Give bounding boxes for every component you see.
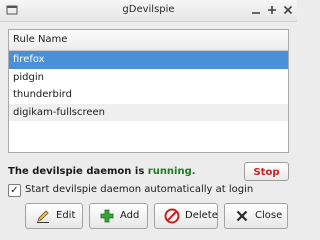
daemon-status: The devilspie daemon is running. bbox=[8, 166, 196, 177]
rule-name-column-header[interactable]: Rule Name bbox=[9, 30, 288, 51]
list-item[interactable]: digikam-fullscreen bbox=[9, 103, 288, 121]
edit-label: Edit bbox=[56, 210, 76, 221]
close-button[interactable]: Close bbox=[224, 203, 288, 229]
list-item[interactable]: pidgin bbox=[9, 69, 288, 87]
pencil-icon bbox=[35, 208, 51, 224]
status-prefix: The devilspie daemon is bbox=[8, 166, 148, 177]
status-state: running. bbox=[147, 166, 196, 177]
close-label: Close bbox=[255, 210, 283, 221]
delete-label: Delete bbox=[185, 210, 218, 221]
list-item[interactable]: firefox bbox=[9, 51, 288, 69]
autostart-checkbox[interactable]: ✓ bbox=[8, 184, 21, 197]
list-item[interactable]: thunderbird bbox=[9, 86, 288, 104]
add-button[interactable]: Add bbox=[89, 203, 148, 229]
column-header-label: Rule Name bbox=[13, 34, 68, 45]
plus-icon bbox=[99, 208, 115, 224]
close-icon[interactable] bbox=[281, 3, 295, 17]
stop-button[interactable]: Stop bbox=[244, 162, 289, 181]
autostart-label: Start devilspie daemon automatically at … bbox=[25, 184, 254, 195]
delete-button[interactable]: Delete bbox=[154, 203, 218, 229]
title-bar[interactable]: gDevilspie bbox=[0, 0, 297, 22]
maximize-icon[interactable] bbox=[265, 3, 279, 17]
edit-button[interactable]: Edit bbox=[25, 203, 83, 229]
main-window: gDevilspie Rule Name firefox pidgin thun… bbox=[0, 0, 297, 240]
rules-list[interactable]: Rule Name firefox pidgin thunderbird dig… bbox=[8, 29, 289, 153]
add-label: Add bbox=[120, 210, 140, 221]
rules-rows: firefox pidgin thunderbird digikam-fulls… bbox=[9, 51, 288, 121]
minimize-icon[interactable] bbox=[249, 3, 263, 17]
no-entry-icon bbox=[164, 208, 180, 224]
close-x-icon bbox=[234, 208, 250, 224]
